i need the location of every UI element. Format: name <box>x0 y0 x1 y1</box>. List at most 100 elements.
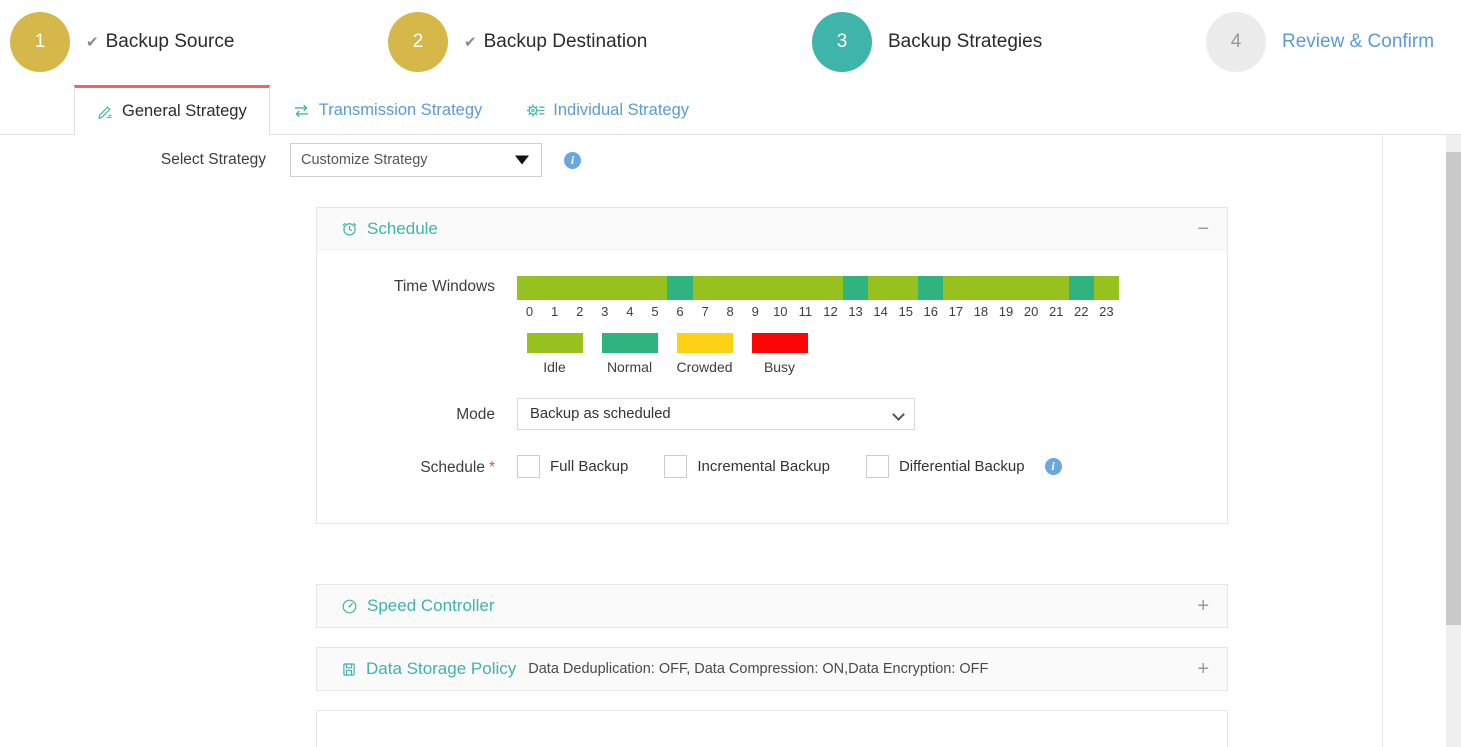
differential-backup-label: Differential Backup <box>899 458 1025 475</box>
schedule-panel-title: Schedule <box>367 219 438 239</box>
speed-controller-expand-toggle[interactable]: + <box>1197 596 1209 616</box>
time-window-segment <box>943 276 968 300</box>
time-window-segment <box>542 276 567 300</box>
time-windows-hour-ticks: 0 1 2 3 4 5 6 7 8 9 10 11 12 <box>517 304 1119 319</box>
hour-tick: 9 <box>743 304 768 319</box>
step-3-backup-strategies[interactable]: 3 Backup Strategies <box>812 12 1042 72</box>
hour-tick: 2 <box>567 304 592 319</box>
step-2-circle: 2 <box>388 12 448 72</box>
required-asterisk: * <box>489 459 495 476</box>
schedule-panel-body: Time Windows <box>317 250 1227 523</box>
tab-individual-strategy-label: Individual Strategy <box>553 101 689 120</box>
tab-transmission-strategy[interactable]: Transmission Strategy <box>270 86 505 134</box>
time-windows-control: 0 1 2 3 4 5 6 7 8 9 10 11 12 <box>517 276 1119 375</box>
hour-tick: 8 <box>718 304 743 319</box>
data-storage-policy-summary: Data Deduplication: OFF, Data Compressio… <box>528 661 988 677</box>
time-windows-bar[interactable] <box>517 276 1119 300</box>
time-windows-label: Time Windows <box>317 276 517 296</box>
time-window-segment <box>893 276 918 300</box>
data-storage-policy-panel-header[interactable]: Data Storage Policy Data Deduplication: … <box>317 648 1227 690</box>
legend-item-idle: Idle <box>517 333 592 375</box>
legend-label: Busy <box>742 359 817 375</box>
legend-swatch <box>527 333 583 353</box>
tab-individual-strategy[interactable]: Individual Strategy <box>504 86 711 134</box>
vertical-scrollbar-thumb[interactable] <box>1446 152 1461 625</box>
mode-value: Backup as scheduled <box>530 406 671 422</box>
tab-list: General Strategy Transmission Strategy <box>74 85 711 134</box>
legend-swatch <box>752 333 808 353</box>
checkbox-item-incremental-backup[interactable]: Incremental Backup <box>664 455 830 478</box>
pencil-edit-icon <box>97 103 114 120</box>
hour-tick: 5 <box>642 304 667 319</box>
select-strategy-label: Select Strategy <box>0 151 290 169</box>
hour-tick: 20 <box>1019 304 1044 319</box>
time-window-segment <box>793 276 818 300</box>
step-1-label-wrap: ✔ Backup Source <box>86 31 234 53</box>
mode-row: Mode Backup as scheduled <box>317 398 915 430</box>
tab-general-strategy-label: General Strategy <box>122 102 247 121</box>
speed-controller-panel-header[interactable]: Speed Controller + <box>317 585 1227 627</box>
hour-tick: 0 <box>517 304 542 319</box>
legend-label: Idle <box>517 359 592 375</box>
tab-general-strategy[interactable]: General Strategy <box>74 85 270 135</box>
hour-tick: 12 <box>818 304 843 319</box>
hour-tick: 19 <box>993 304 1018 319</box>
check-icon: ✔ <box>464 35 477 50</box>
speed-controller-title: Speed Controller <box>367 596 495 616</box>
hour-tick: 23 <box>1094 304 1119 319</box>
data-storage-policy-title-wrap: Data Storage Policy <box>341 659 516 679</box>
mode-dropdown[interactable]: Backup as scheduled <box>517 398 915 430</box>
step-1-backup-source[interactable]: 1 ✔ Backup Source <box>10 12 234 72</box>
step-2-backup-destination[interactable]: 2 ✔ Backup Destination <box>388 12 647 72</box>
wizard-stepper: 1 ✔ Backup Source 2 ✔ Backup Destination… <box>0 0 1461 86</box>
strategy-body: Select Strategy Customize Strategy i <box>0 135 1461 747</box>
hour-tick: 6 <box>667 304 692 319</box>
time-window-segment <box>968 276 993 300</box>
step-1-label: Backup Source <box>106 31 235 53</box>
hour-tick: 14 <box>868 304 893 319</box>
full-backup-checkbox[interactable] <box>517 455 540 478</box>
time-window-segment <box>1044 276 1069 300</box>
data-storage-policy-expand-toggle[interactable]: + <box>1197 659 1209 679</box>
time-window-segment <box>1094 276 1119 300</box>
hour-tick: 17 <box>943 304 968 319</box>
speed-controller-panel: Speed Controller + <box>316 584 1228 628</box>
schedule-info-icon[interactable]: i <box>1045 458 1062 475</box>
step-4-label-wrap[interactable]: Review & Confirm <box>1282 31 1434 53</box>
hour-tick: 22 <box>1069 304 1094 319</box>
schedule-panel-collapse-toggle[interactable]: − <box>1197 219 1209 239</box>
save-disk-icon <box>341 661 357 678</box>
time-window-segment <box>843 276 868 300</box>
next-panel-partial <box>316 710 1228 747</box>
select-strategy-dropdown[interactable]: Customize Strategy <box>290 143 542 177</box>
select-strategy-info-icon[interactable]: i <box>564 152 581 169</box>
hour-tick: 11 <box>793 304 818 319</box>
differential-backup-checkbox[interactable] <box>866 455 889 478</box>
alarm-clock-icon <box>341 220 358 237</box>
time-window-segment <box>868 276 893 300</box>
legend-label: Normal <box>592 359 667 375</box>
step-4-label: Review & Confirm <box>1282 31 1434 53</box>
time-windows-row: Time Windows <box>317 276 1119 375</box>
step-4-circle: 4 <box>1206 12 1266 72</box>
chevron-down-icon <box>515 156 529 165</box>
data-storage-policy-title: Data Storage Policy <box>366 659 516 679</box>
incremental-backup-checkbox[interactable] <box>664 455 687 478</box>
schedule-checkbox-group: Full Backup Incremental Backup Different… <box>517 455 1062 478</box>
vertical-scrollbar-track[interactable] <box>1446 135 1461 747</box>
checkbox-item-full-backup[interactable]: Full Backup <box>517 455 628 478</box>
hour-tick: 16 <box>918 304 943 319</box>
mode-label: Mode <box>317 404 517 424</box>
time-window-segment <box>718 276 743 300</box>
select-strategy-row: Select Strategy Customize Strategy i <box>0 143 1382 177</box>
step-2-label: Backup Destination <box>484 31 648 53</box>
hour-tick: 15 <box>893 304 918 319</box>
step-4-review-confirm[interactable]: 4 Review & Confirm <box>1206 12 1434 72</box>
schedule-panel-header[interactable]: Schedule − <box>317 208 1227 250</box>
checkbox-item-differential-backup[interactable]: Differential Backup <box>866 455 1025 478</box>
strategy-tabbar: General Strategy Transmission Strategy <box>0 86 1461 135</box>
hour-tick: 21 <box>1044 304 1069 319</box>
schedule-checkbox-row: Schedule* Full Backup Incremental Backup <box>317 455 1062 478</box>
speed-controller-title-wrap: Speed Controller <box>341 596 495 616</box>
speedometer-icon <box>341 598 358 615</box>
